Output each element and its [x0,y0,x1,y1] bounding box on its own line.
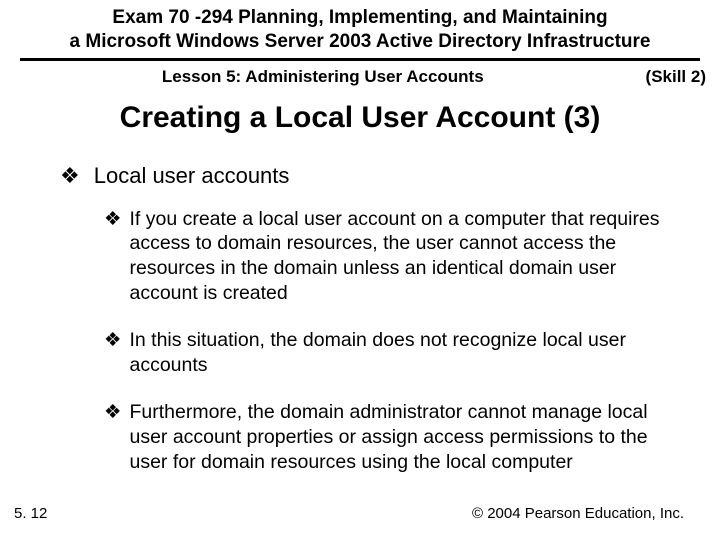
diamond-bullet-icon: ❖ [104,328,121,378]
exam-title-line1: Exam 70 -294 Planning, Implementing, and… [0,6,720,30]
content-area: ❖ Local user accounts ❖ If you create a … [0,163,720,476]
header: Exam 70 -294 Planning, Implementing, and… [0,0,720,87]
bullet-text: If you create a local user account on a … [129,207,676,307]
copyright: © 2004 Pearson Education, Inc. [472,505,684,522]
bullet-level2: ❖ In this situation, the domain does not… [104,328,676,378]
bullet-text: Furthermore, the domain administrator ca… [129,400,676,475]
footer: 5. 12 © 2004 Pearson Education, Inc. [0,505,720,522]
bullet-level2: ❖ Furthermore, the domain administrator … [104,400,676,475]
bullet-text: Local user accounts [94,163,290,189]
bullet-text: In this situation, the domain does not r… [129,328,676,378]
diamond-bullet-icon: ❖ [104,400,121,475]
slide-title: Creating a Local User Account (3) [0,101,720,135]
bullet-level1: ❖ Local user accounts [60,163,676,189]
diamond-bullet-icon: ❖ [60,163,80,189]
page-number: 5. 12 [14,505,47,522]
bullet-level2: ❖ If you create a local user account on … [104,207,676,307]
lesson-label: Lesson 5: Administering User Accounts [0,67,646,87]
diamond-bullet-icon: ❖ [104,207,121,307]
skill-label: (Skill 2) [646,67,706,87]
exam-title-line2: a Microsoft Windows Server 2003 Active D… [0,30,720,54]
